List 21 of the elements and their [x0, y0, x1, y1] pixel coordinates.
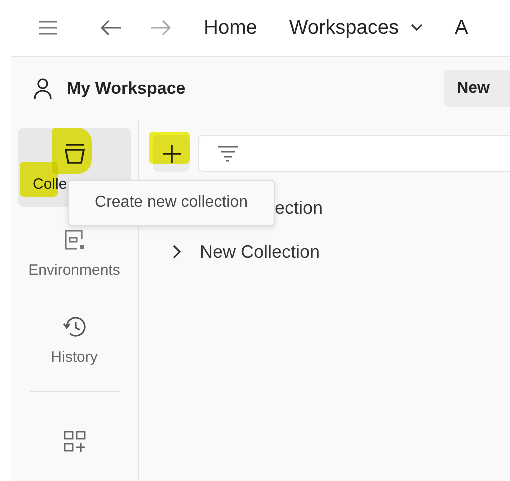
filter-icon: [217, 146, 239, 162]
nav-menu-item[interactable]: A: [445, 16, 478, 40]
collection-item[interactable]: New Collection: [153, 230, 510, 274]
apps-icon: [64, 430, 86, 453]
tooltip: Create new collection: [68, 180, 275, 226]
environment-icon: [62, 228, 86, 252]
chevron-right-icon: [173, 245, 182, 259]
sidebar-item[interactable]: History: [18, 301, 131, 380]
new-button[interactable]: New: [444, 70, 510, 107]
nav-menu-item[interactable]: Home: [194, 16, 268, 40]
history-icon: [62, 314, 88, 339]
highlight-mark: [52, 128, 92, 174]
highlight-mark: [149, 132, 190, 164]
back-arrow-icon[interactable]: [100, 20, 122, 36]
workspace-title: My Workspace: [67, 78, 186, 98]
menu-icon[interactable]: [38, 21, 58, 35]
nav-menu-item[interactable]: Workspaces: [279, 16, 434, 40]
forward-arrow-icon[interactable]: [150, 20, 172, 36]
chevron-down-icon: [411, 24, 424, 32]
filter-field[interactable]: [198, 135, 510, 172]
person-icon: [33, 78, 53, 100]
